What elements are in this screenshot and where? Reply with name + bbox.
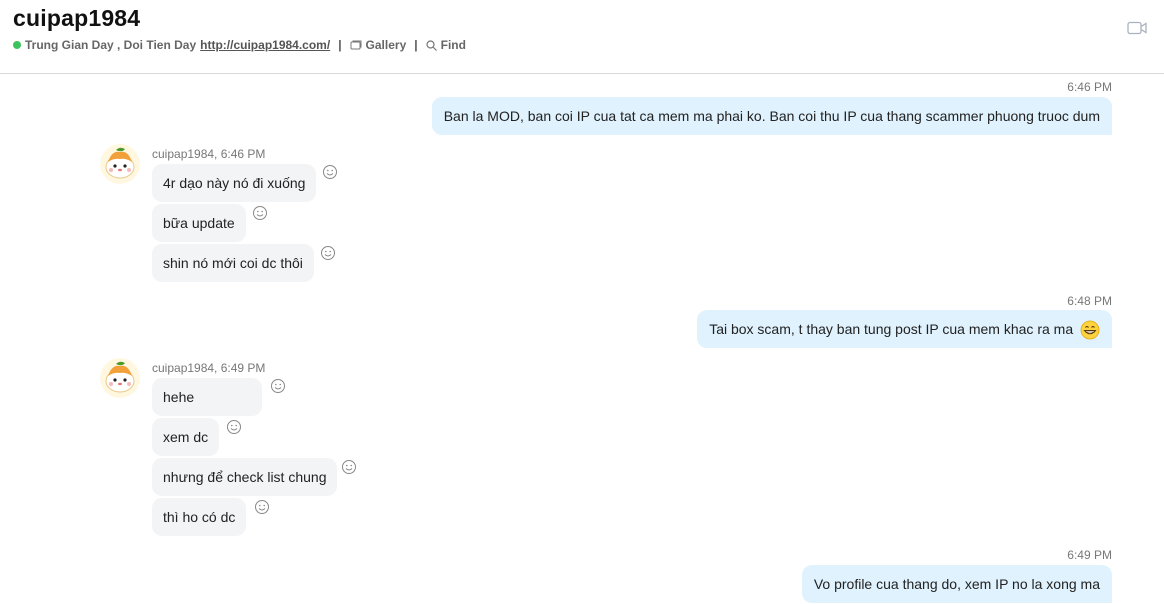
message-list[interactable]: 6:46 PM Ban la MOD, ban coi IP cua tat c… bbox=[0, 74, 1164, 604]
outgoing-message[interactable]: Vo profile cua thang do, xem IP no la xo… bbox=[801, 565, 1112, 603]
sender-label: cuipap1984, 6:49 PM bbox=[152, 361, 266, 375]
incoming-message[interactable]: bữa update bbox=[152, 204, 246, 242]
message-timestamp: 6:46 PM bbox=[1067, 80, 1112, 94]
avatar[interactable] bbox=[100, 358, 140, 398]
message-timestamp: 6:48 PM bbox=[1067, 294, 1112, 308]
grin-emoji-icon bbox=[1080, 320, 1100, 340]
contact-status-text: Trung Gian Day , Doi Tien Day bbox=[25, 38, 197, 52]
chat-header: cuipap1984 Trung Gian Day , Doi Tien Day… bbox=[0, 0, 1164, 74]
add-reaction-icon[interactable] bbox=[226, 419, 242, 435]
add-reaction-icon[interactable] bbox=[252, 205, 268, 221]
add-reaction-icon[interactable] bbox=[320, 245, 336, 261]
outgoing-message[interactable]: Tai box scam, t thay ban tung post IP cu… bbox=[697, 310, 1112, 348]
gallery-icon bbox=[350, 40, 362, 50]
add-reaction-icon[interactable] bbox=[270, 378, 286, 394]
find-button[interactable]: Find bbox=[426, 38, 466, 52]
incoming-message[interactable]: xem dc bbox=[152, 418, 220, 456]
add-reaction-icon[interactable] bbox=[322, 164, 338, 180]
incoming-message[interactable]: nhưng để check list chung bbox=[152, 458, 338, 496]
incoming-message[interactable]: hehe bbox=[152, 378, 262, 416]
hamster-avatar-icon bbox=[100, 358, 140, 398]
separator: | bbox=[414, 38, 418, 52]
hamster-avatar-icon bbox=[100, 144, 140, 184]
video-call-icon[interactable] bbox=[1127, 21, 1147, 35]
message-timestamp: 6:49 PM bbox=[1067, 548, 1112, 562]
add-reaction-icon[interactable] bbox=[254, 499, 270, 515]
separator: | bbox=[338, 38, 342, 52]
gallery-button[interactable]: Gallery bbox=[350, 38, 407, 52]
incoming-message[interactable]: 4r dạo này nó đi xuống bbox=[152, 164, 317, 202]
outgoing-message[interactable]: Ban la MOD, ban coi IP cua tat ca mem ma… bbox=[431, 97, 1112, 135]
contact-website-link[interactable]: http://cuipap1984.com/ bbox=[200, 38, 330, 52]
online-status-dot bbox=[13, 41, 21, 49]
gallery-label: Gallery bbox=[365, 38, 407, 52]
contact-subline: Trung Gian Day , Doi Tien Day http://cui… bbox=[13, 38, 466, 52]
outgoing-message-text: Tai box scam, t thay ban tung post IP cu… bbox=[709, 321, 1074, 337]
incoming-message[interactable]: shin nó mới coi dc thôi bbox=[152, 244, 314, 282]
contact-name[interactable]: cuipap1984 bbox=[13, 5, 140, 32]
avatar[interactable] bbox=[100, 144, 140, 184]
add-reaction-icon[interactable] bbox=[341, 459, 357, 475]
search-icon bbox=[426, 39, 437, 51]
sender-label: cuipap1984, 6:46 PM bbox=[152, 147, 266, 161]
incoming-message[interactable]: thì ho có dc bbox=[152, 498, 247, 536]
find-label: Find bbox=[440, 38, 466, 52]
